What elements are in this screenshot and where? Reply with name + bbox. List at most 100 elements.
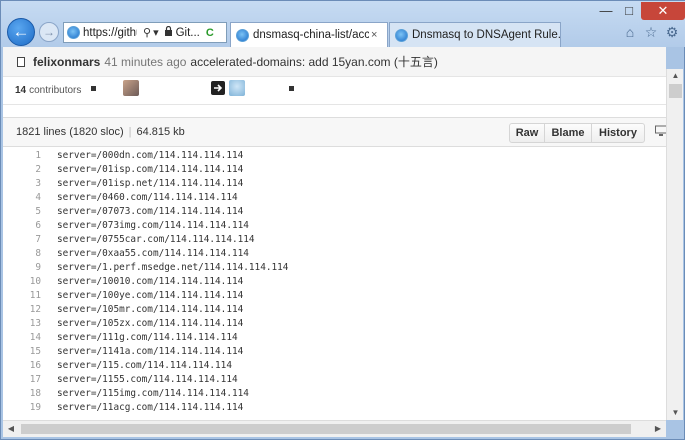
code-view: 1 server=/000dn.com/114.114.114.114 2 serve… — [3, 148, 666, 420]
code-line: 12 server=/105mr.com/114.114.114.114 — [3, 303, 666, 317]
latest-commit-bar: felixonmars 41 minutes ago accelerated-d… — [3, 47, 666, 77]
line-number[interactable]: 11 — [3, 290, 41, 301]
code-line: 9 server=/1.perf.msedge.net/114.114.114.1… — [3, 260, 666, 274]
desktop-icon[interactable] — [655, 125, 666, 137]
line-number[interactable]: 16 — [3, 360, 41, 371]
code-line: 11 server=/100ye.com/114.114.114.114 — [3, 288, 666, 302]
line-content: server=/105mr.com/114.114.114.114 — [57, 304, 244, 316]
code-line: 13 server=/105zx.com/114.114.114.114 — [3, 317, 666, 331]
code-line: 6 server=/073img.com/114.114.114.114 — [3, 218, 666, 232]
commit-author[interactable]: felixonmars — [33, 55, 100, 69]
page-content: felixonmars 41 minutes ago accelerated-d… — [3, 47, 666, 420]
browser-chrome: — □ ✕ ← → https://github.com ⚲ ▾ Git... … — [1, 1, 685, 47]
contributors-label[interactable]: contributors — [29, 85, 81, 96]
contributor-avatar-icon[interactable] — [91, 86, 96, 91]
line-number[interactable]: 4 — [3, 192, 41, 203]
tab-label: Dnsmasq to DNSAgent Rule... — [412, 29, 560, 41]
line-content: server=/073img.com/114.114.114.114 — [57, 219, 249, 231]
browser-window: — □ ✕ ← → https://github.com ⚲ ▾ Git... … — [0, 0, 685, 440]
site-identity[interactable]: Git... — [176, 27, 200, 39]
contributor-avatar-icon[interactable] — [123, 80, 139, 96]
line-number[interactable]: 7 — [3, 234, 41, 245]
horizontal-scrollbar[interactable]: ◀ ▶ — [3, 420, 666, 437]
contributor-avatar-icon[interactable] — [211, 81, 225, 95]
line-number[interactable]: 3 — [3, 178, 41, 189]
line-number[interactable]: 19 — [3, 402, 41, 413]
dropdown-icon[interactable]: ▾ — [153, 26, 159, 39]
forward-button[interactable]: → — [39, 22, 59, 42]
code-line: 10 server=/10010.com/114.114.114.114 — [3, 274, 666, 288]
code-line: 19 server=/11acg.com/114.114.114.114 — [3, 401, 666, 415]
line-content: server=/07073.com/114.114.114.114 — [57, 205, 244, 217]
line-content: server=/01isp.com/114.114.114.114 — [57, 163, 244, 175]
divider: | — [128, 126, 132, 138]
scroll-right-icon[interactable]: ▶ — [650, 421, 666, 437]
line-number[interactable]: 10 — [3, 276, 41, 287]
contributors-count[interactable]: 14 — [15, 85, 26, 96]
tab-label: dnsmasq-china-list/accel... — [253, 29, 369, 41]
file-line-count: 1821 lines (1820 sloc) — [16, 126, 124, 138]
scroll-down-icon[interactable]: ▼ — [667, 406, 684, 420]
line-number[interactable]: 12 — [3, 304, 41, 315]
home-icon[interactable]: ⌂ — [621, 23, 639, 41]
commit-time: 41 minutes ago — [104, 54, 187, 69]
line-content: server=/105zx.com/114.114.114.114 — [57, 318, 244, 330]
code-line: 7 server=/0755car.com/114.114.114.114 — [3, 232, 666, 246]
line-number[interactable]: 1 — [3, 150, 41, 161]
commit-icon — [17, 56, 25, 67]
vertical-scrollbar[interactable]: ▲ ▼ — [666, 69, 683, 420]
tab-dnsmasq-china-list[interactable]: dnsmasq-china-list/accel... × — [230, 22, 388, 47]
commit-message[interactable]: accelerated-domains: add 15yan.com (十五言) — [190, 53, 437, 70]
code-line: 4 server=/0460.com/114.114.114.114 — [3, 190, 666, 204]
line-content: server=/000dn.com/114.114.114.114 — [57, 149, 244, 161]
code-line: 2 server=/01isp.com/114.114.114.114 — [3, 162, 666, 176]
line-content: server=/115img.com/114.114.114.114 — [57, 388, 249, 400]
line-number[interactable]: 14 — [3, 332, 41, 343]
tab-dnsmasq-to-dnsagent[interactable]: Dnsmasq to DNSAgent Rule... — [389, 22, 561, 47]
code-line: 14 server=/111g.com/114.114.114.114 — [3, 331, 666, 345]
contributor-avatar-icon[interactable] — [289, 86, 294, 91]
line-number[interactable]: 6 — [3, 220, 41, 231]
line-content: server=/0460.com/114.114.114.114 — [57, 191, 238, 203]
contributor-avatar-icon[interactable] — [229, 80, 245, 96]
ie-favicon-icon — [236, 28, 249, 42]
raw-button[interactable]: Raw — [509, 123, 545, 143]
line-content: server=/1.perf.msedge.net/114.114.114.11… — [57, 261, 289, 273]
scroll-left-icon[interactable]: ◀ — [3, 421, 19, 437]
line-number[interactable]: 9 — [3, 262, 41, 273]
scroll-thumb[interactable] — [21, 424, 631, 434]
line-number[interactable]: 8 — [3, 248, 41, 259]
address-bar[interactable]: https://github.com ⚲ ▾ Git... C — [63, 22, 227, 43]
scroll-up-icon[interactable]: ▲ — [667, 69, 684, 83]
ie-favicon-icon — [67, 26, 80, 39]
line-content: server=/0xaa55.com/114.114.114.114 — [57, 247, 249, 259]
code-line: 15 server=/1141a.com/114.114.114.114 — [3, 345, 666, 359]
code-line: 1 server=/000dn.com/114.114.114.114 — [3, 148, 666, 162]
scroll-thumb[interactable] — [669, 84, 682, 98]
line-number[interactable]: 13 — [3, 318, 41, 329]
minimize-button[interactable]: — — [595, 2, 617, 20]
refresh-icon[interactable]: C — [206, 27, 214, 39]
line-number[interactable]: 2 — [3, 164, 41, 175]
code-line: 18 server=/115img.com/114.114.114.114 — [3, 387, 666, 401]
line-number[interactable]: 5 — [3, 206, 41, 217]
line-number[interactable]: 15 — [3, 346, 41, 357]
close-tab-icon[interactable]: × — [371, 29, 383, 41]
maximize-button[interactable]: □ — [618, 2, 640, 20]
close-button[interactable]: ✕ — [641, 2, 685, 20]
line-content: server=/01isp.net/114.114.114.114 — [57, 177, 244, 189]
line-content: server=/11acg.com/114.114.114.114 — [57, 402, 244, 414]
line-content: server=/111g.com/114.114.114.114 — [57, 332, 238, 344]
blame-button[interactable]: Blame — [544, 123, 592, 143]
favorites-icon[interactable]: ☆ — [642, 23, 660, 41]
file-size: 64.815 kb — [136, 126, 185, 138]
line-content: server=/1155.com/114.114.114.114 — [57, 374, 238, 386]
back-button[interactable]: ← — [7, 18, 35, 46]
line-number[interactable]: 18 — [3, 388, 41, 399]
history-button[interactable]: History — [591, 123, 645, 143]
settings-icon[interactable]: ⚙ — [663, 23, 681, 41]
code-line: 16 server=/115.com/114.114.114.114 — [3, 359, 666, 373]
line-number[interactable]: 17 — [3, 374, 41, 385]
search-icon[interactable]: ⚲ — [143, 26, 151, 39]
contributors-bar: 14 contributors — [3, 77, 666, 105]
